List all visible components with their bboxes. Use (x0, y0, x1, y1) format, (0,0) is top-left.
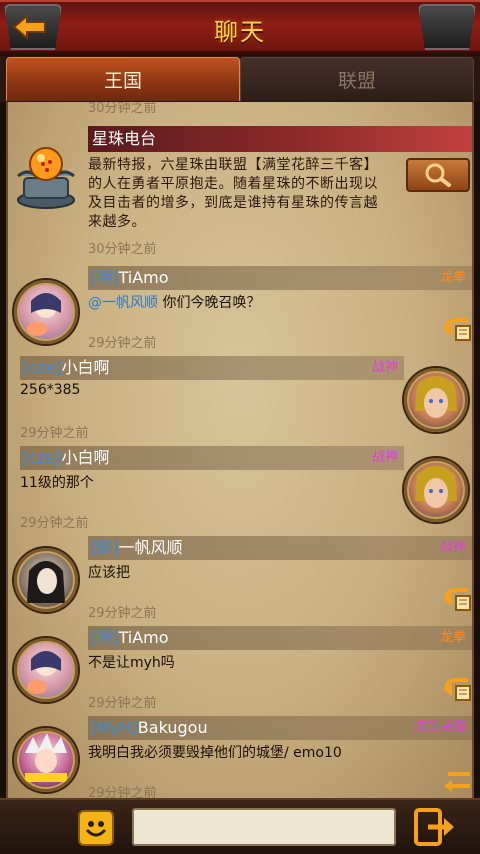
rank-badge: 龙拳 (439, 270, 466, 285)
message-text: 我明白我必须要毁掉他们的城堡/ emo10 (88, 745, 342, 761)
username[interactable]: 小白啊 (62, 358, 110, 377)
emoji-button[interactable] (78, 810, 114, 846)
rank-badge: 战神 (371, 450, 398, 465)
send-icon (414, 808, 454, 846)
username[interactable]: TiAmo (119, 628, 169, 647)
send-button[interactable] (414, 808, 456, 846)
username[interactable]: 小白啊 (62, 448, 110, 467)
search-magnifier-icon (425, 163, 451, 187)
tab-alliance[interactable]: 联盟 (240, 57, 474, 101)
emoji-icon (86, 821, 106, 837)
avatar[interactable] (14, 728, 78, 792)
message-timestamp: 29分钟之前 (88, 336, 157, 351)
radio-icon (14, 142, 78, 210)
radio-title: 星珠电台 (88, 126, 472, 152)
message-header: [醉]一帆风顺 战神 (88, 536, 472, 560)
message-text: 256*385 (20, 382, 81, 398)
chat-input[interactable] (132, 808, 396, 846)
reply-icon[interactable] (442, 316, 474, 344)
alliance-tag: [明] (90, 268, 119, 287)
message-timestamp: 30分钟之前 (88, 242, 157, 257)
message-text: 不是让myh吗 (88, 655, 175, 671)
chat-input-bar (0, 798, 480, 854)
alliance-tag: [醉] (90, 538, 119, 557)
message-header: [cze]小白啊 战神 (20, 356, 404, 380)
header-bar: 聊天 (0, 0, 480, 56)
reply-icon[interactable] (442, 586, 474, 614)
username[interactable]: 一帆风顺 (119, 538, 183, 557)
message-timestamp: 29分钟之前 (20, 426, 89, 441)
message-header: [MyH]Bakugou 成员荣耀 (88, 716, 472, 740)
message-text: 应该把 (88, 565, 130, 581)
message-header: [cze]小白啊 战神 (20, 446, 404, 470)
rank-badge: 龙拳 (439, 630, 466, 645)
dragon-ball-icon (17, 147, 75, 209)
tab-bar: 王国 联盟 (0, 56, 480, 102)
avatar[interactable] (14, 638, 78, 702)
message-timestamp: 29分钟之前 (88, 606, 157, 621)
reply-icon[interactable] (442, 676, 474, 704)
mention[interactable]: @一帆风顺 (88, 295, 158, 311)
alliance-tag: [cze] (22, 358, 62, 377)
message-header: [明]TiAmo 龙拳 (88, 266, 472, 290)
alliance-tag: [明] (90, 628, 119, 647)
avatar[interactable] (404, 368, 468, 432)
radio-message: 最新特报，六星珠由联盟【满堂花醉三千客】的人在勇者平原抱走。随着星珠的不断出现以… (88, 157, 378, 230)
message-timestamp: 29分钟之前 (88, 696, 157, 711)
username[interactable]: Bakugou (138, 718, 208, 737)
alliance-tag: [MyH] (90, 718, 138, 737)
alliance-tag: [cze] (22, 448, 62, 467)
message-timestamp: 29分钟之前 (88, 786, 157, 798)
rank-badge: 成员荣耀 (413, 720, 466, 735)
search-button[interactable] (406, 158, 470, 192)
reply-icon[interactable] (442, 766, 474, 794)
message-header: [明]TiAmo 龙拳 (88, 626, 472, 650)
rank-badge: 战神 (371, 360, 398, 375)
avatar[interactable] (14, 548, 78, 612)
message-timestamp: 29分钟之前 (20, 516, 89, 531)
page-title: 聊天 (214, 18, 266, 46)
message-timestamp: 30分钟之前 (88, 102, 157, 116)
rank-badge: 战神 (439, 540, 466, 555)
chat-list[interactable]: 30分钟之前 星珠电台 最新特报，六星珠由联盟【满堂花醉三千客】的人在勇者平原抱… (6, 102, 474, 798)
username[interactable]: TiAmo (119, 268, 169, 287)
message-text: @一帆风顺 你们今晚召唤？ (88, 295, 261, 311)
avatar[interactable] (14, 280, 78, 344)
tab-kingdom[interactable]: 王国 (6, 57, 240, 101)
message-text: 11级的那个 (20, 475, 94, 491)
avatar[interactable] (404, 458, 468, 522)
